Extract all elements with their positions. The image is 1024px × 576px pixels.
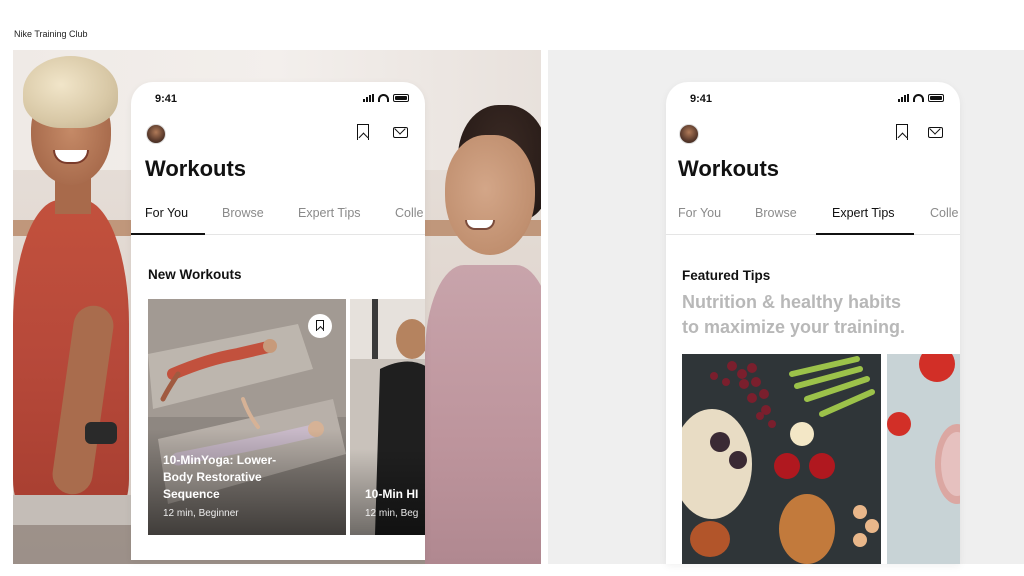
workout-title: 10-Min HI — [365, 487, 419, 501]
tab-browse[interactable]: Browse — [755, 206, 797, 220]
tab-collections[interactable]: Colle — [930, 206, 959, 220]
person-two-face — [445, 135, 535, 255]
tip-card[interactable] — [682, 354, 881, 564]
page-title: Workouts — [145, 156, 247, 181]
workout-card[interactable]: 10-Min HI 12 min, Beg — [350, 299, 425, 535]
yoga-mat — [13, 495, 133, 525]
save-workout-button[interactable] — [308, 314, 332, 338]
workout-title: 10-MinYoga: Lower- Body Restorative Sequ… — [163, 452, 276, 503]
page-title: Workouts — [678, 156, 780, 181]
status-icons — [363, 94, 409, 102]
profile-avatar[interactable] — [146, 124, 166, 144]
wifi-icon — [913, 94, 924, 102]
workout-card-text: 10-Min HI 12 min, Beg — [365, 486, 418, 519]
tab-bar: For You Browse Expert Tips Colle — [131, 198, 425, 235]
signal-icon — [363, 94, 374, 102]
workout-card-text: 10-MinYoga: Lower- Body Restorative Sequ… — [163, 452, 276, 519]
tab-expert-tips[interactable]: Expert Tips — [832, 206, 895, 220]
tab-for-you[interactable]: For You — [145, 206, 188, 220]
tip-card[interactable] — [887, 354, 960, 564]
person-two-shirt — [425, 265, 541, 564]
tab-expert-tips[interactable]: Expert Tips — [298, 206, 361, 220]
featured-tips-subtitle: Nutrition & healthy habits to maximize y… — [682, 290, 952, 340]
caption: Nike Training Club — [14, 29, 88, 39]
tab-bar: For You Browse Expert Tips Colle — [666, 198, 960, 235]
profile-avatar[interactable] — [679, 124, 699, 144]
bookmark-icon[interactable] — [896, 124, 908, 140]
subtitle-line: Nutrition & healthy habits — [682, 292, 902, 312]
wifi-icon — [378, 94, 389, 102]
active-tab-indicator — [816, 233, 914, 235]
tab-collections[interactable]: Colle — [395, 206, 424, 220]
section-title: Featured Tips — [682, 268, 771, 283]
workout-meta: 12 min, Beginner — [163, 508, 239, 519]
status-time: 9:41 — [690, 93, 713, 105]
tip-photo-food — [682, 354, 881, 564]
battery-icon — [928, 94, 944, 102]
subtitle-line: to maximize your training. — [682, 317, 906, 337]
person-one-hair — [23, 56, 118, 128]
mail-icon[interactable] — [928, 127, 943, 138]
battery-icon — [393, 94, 409, 102]
signal-icon — [898, 94, 909, 102]
workout-title-line: Body Restorative — [163, 470, 262, 484]
phone-screen-expert-tips: 9:41 Workouts For You Browse Expert Tips… — [666, 82, 960, 564]
workout-card[interactable]: 10-MinYoga: Lower- Body Restorative Sequ… — [148, 299, 346, 535]
tab-browse[interactable]: Browse — [222, 206, 264, 220]
workout-meta: 12 min, Beg — [365, 508, 419, 519]
mail-icon[interactable] — [393, 127, 408, 138]
status-time: 9:41 — [155, 93, 178, 105]
workout-title-line: Sequence — [163, 487, 220, 501]
tab-for-you[interactable]: For You — [678, 206, 721, 220]
bookmark-icon — [316, 320, 324, 331]
status-icons — [898, 94, 944, 102]
smartwatch — [85, 422, 117, 444]
workout-title-line: 10-MinYoga: Lower- — [163, 453, 277, 467]
phone-screen-for-you: 9:41 Workouts For You Browse Expert Tips… — [131, 82, 425, 560]
bookmark-icon[interactable] — [357, 124, 369, 140]
tip-photo-fruit — [887, 354, 960, 564]
active-tab-indicator — [131, 233, 205, 235]
section-title: New Workouts — [148, 267, 242, 282]
